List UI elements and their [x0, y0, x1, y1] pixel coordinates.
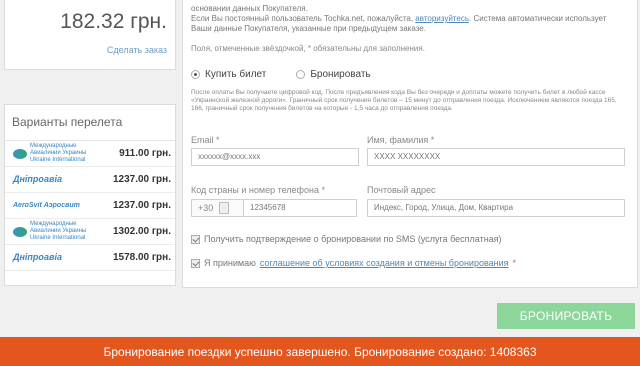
address-field[interactable]: Индекс, Город, Улица, Дом, Квартира: [367, 199, 625, 217]
sms-checkbox[interactable]: [191, 234, 200, 244]
variant-row[interactable]: Дніпроавіа 1237.00 грн.: [5, 167, 175, 193]
info-line: Если Вы постоянный пользователь Tochka.n…: [191, 14, 621, 34]
login-link[interactable]: авторизуйтесь: [415, 14, 469, 23]
variants-title: Варианты перелета: [5, 105, 175, 141]
phone-field[interactable]: 12345678: [243, 199, 357, 217]
buyer-info-text: основании данных Покупателя. Если Вы пос…: [191, 0, 621, 34]
variant-row[interactable]: Дніпроавіа 1578.00 грн.: [5, 245, 175, 271]
variant-row[interactable]: Международные Авиалинии Украины Ukraine …: [5, 219, 175, 245]
uia-logo-icon: [13, 226, 27, 237]
radio-empty-icon: [296, 70, 306, 79]
airline-name: Международные Авиалинии Украины Ukraine …: [30, 221, 87, 241]
variant-price: 1237.00 грн.: [112, 174, 171, 185]
variant-price: 1302.00 грн.: [112, 226, 171, 237]
variant-price: 911.00 грн.: [119, 148, 171, 159]
radio-buy-ticket[interactable]: Купить билет: [191, 69, 266, 80]
airline-name: AeroSvit Аэросвит: [13, 202, 80, 209]
airline-name: Дніпроавіа: [13, 252, 62, 262]
radio-selected-icon: [191, 70, 200, 79]
info-prefix: основании данных Покупателя.: [191, 4, 308, 13]
ticket-notice: После оплаты Вы получаете цифровой код. …: [191, 89, 617, 112]
airline-name: Международные Авиалинии Украины Ukraine …: [30, 143, 87, 163]
purchase-mode-radio-group: Купить билет Бронировать: [191, 69, 371, 80]
address-label: Почтовый адрес: [367, 185, 436, 195]
terms-row: Я принимаю соглашение об условиях создан…: [191, 258, 516, 268]
terms-link[interactable]: соглашение об условиях создания и отмены…: [260, 258, 509, 268]
sms-checkbox-label: Получить подтверждение о бронировании по…: [204, 234, 502, 244]
variant-price: 1578.00 грн.: [112, 252, 171, 263]
required-fields-note: Поля, отмеченные звёздочкой, * обязатель…: [191, 44, 425, 53]
phone-country-code[interactable]: +30: [191, 199, 245, 217]
airline-logo-dniproavia: Дніпроавіа: [13, 248, 97, 268]
radio-buy-label: Купить билет: [205, 69, 267, 80]
info-line1: Если Вы постоянный пользователь Tochka.n…: [191, 14, 414, 23]
book-button[interactable]: БРОНИРОВАТЬ: [497, 303, 635, 329]
uia-logo-icon: [13, 148, 27, 159]
airline-logo-uia: Международные Авиалинии Украины Ukraine …: [13, 143, 97, 164]
flight-variants-panel: Варианты перелета Международные Авиалини…: [4, 104, 176, 286]
success-banner: Бронирование поездки успешно завершено. …: [0, 337, 640, 366]
airline-logo-dniproavia: Дніпроавіа: [13, 170, 97, 190]
price-summary-box: 182.32 грн. Сделать заказ: [4, 0, 176, 70]
terms-checkbox[interactable]: [191, 258, 200, 268]
variant-row[interactable]: Международные Авиалинии Украины Ukraine …: [5, 141, 175, 167]
variant-row[interactable]: AeroSvit Аэросвит 1237.00 грн.: [5, 193, 175, 219]
name-field[interactable]: XXXX XXXXXXXX: [367, 148, 625, 166]
radio-book-label: Бронировать: [310, 69, 371, 80]
radio-book[interactable]: Бронировать: [296, 69, 371, 80]
country-code: +30: [198, 203, 214, 213]
sms-confirm-row: Получить подтверждение о бронировании по…: [191, 234, 502, 244]
variant-price: 1237.00 грн.: [112, 200, 171, 211]
airline-logo-aerosvit: AeroSvit Аэросвит: [13, 196, 97, 216]
make-order-link[interactable]: Сделать заказ: [107, 45, 167, 55]
name-label: Имя, фамилия *: [367, 135, 435, 145]
total-price: 182.32 грн.: [60, 10, 167, 33]
booking-form: основании данных Покупателя. Если Вы пос…: [182, 0, 638, 288]
required-star: *: [512, 258, 517, 268]
airline-logo-uia: Международные Авиалинии Украины Ukraine …: [13, 221, 97, 242]
phone-icon: [219, 202, 230, 214]
airline-name: Дніпроавіа: [13, 174, 62, 184]
terms-prefix: Я принимаю: [204, 258, 256, 268]
email-label: Email *: [191, 135, 220, 145]
phone-label: Код страны и номер телефона *: [191, 185, 325, 195]
email-field[interactable]: xxxxxx@xxxx.xxx: [191, 148, 359, 166]
